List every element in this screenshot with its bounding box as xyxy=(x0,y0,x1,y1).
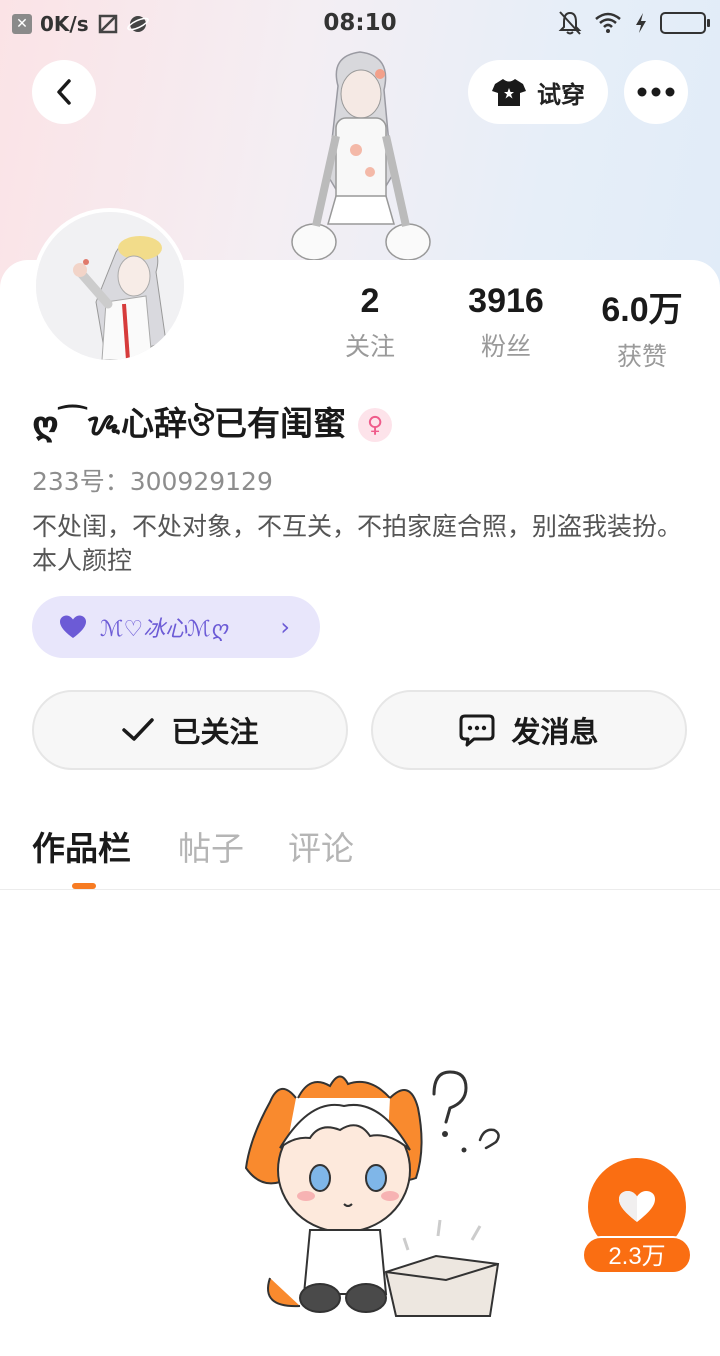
stat-following-value: 2 xyxy=(360,282,380,320)
username-row: ღ⁀ᝰ心辞ঔ已有闺蜜 ♀ xyxy=(32,400,393,450)
wifi-icon xyxy=(595,12,621,33)
stat-likes-label: 获赞 xyxy=(616,342,667,371)
try-on-button[interactable]: 试穿 xyxy=(468,60,608,124)
heart-icon xyxy=(60,615,86,638)
try-on-label: 试穿 xyxy=(537,80,585,109)
chevron-right-icon: › xyxy=(280,613,290,641)
battery-icon xyxy=(660,12,710,34)
followed-label: 已关注 xyxy=(171,715,259,749)
status-bar: ✕ 0K/s 08:10 xyxy=(0,0,720,50)
bio: 不处闺，不处对象，不互关，不拍家庭合照，别盗我装扮。本人颜控 xyxy=(32,512,683,575)
stat-likes-value: 6.0万 xyxy=(601,291,683,329)
stat-fans-value: 3916 xyxy=(468,282,544,320)
tab-posts[interactable]: 帖子 xyxy=(178,822,244,870)
avatar[interactable] xyxy=(32,208,188,364)
tab-comments[interactable]: 评论 xyxy=(288,822,354,870)
bell-muted-icon xyxy=(558,11,582,35)
like-count: 2.3万 xyxy=(582,1236,692,1274)
stat-following-label: 关注 xyxy=(344,332,395,361)
charging-icon xyxy=(636,13,646,33)
chevron-left-icon xyxy=(57,79,71,105)
chat-bubble-icon xyxy=(459,714,495,747)
group-tag-button[interactable]: ℳ♡冰心ℳღ › xyxy=(32,596,320,658)
more-button[interactable] xyxy=(624,60,688,124)
stat-fans[interactable]: 3916 粉丝 xyxy=(446,282,566,363)
heart-icon xyxy=(619,1191,655,1222)
empty-state-illustration xyxy=(240,1058,510,1318)
hero-character-figure xyxy=(280,46,440,262)
more-dots-icon xyxy=(637,87,675,97)
tab-divider xyxy=(0,889,720,890)
avatar-image xyxy=(36,212,184,360)
message-label: 发消息 xyxy=(511,715,599,749)
stat-likes[interactable]: 6.0万 获赞 xyxy=(582,282,702,373)
stat-following[interactable]: 2 关注 xyxy=(310,282,430,363)
check-icon xyxy=(122,718,155,741)
back-button[interactable] xyxy=(32,60,96,124)
group-tag-label: ℳ♡冰心ℳღ xyxy=(100,617,229,642)
tshirt-icon xyxy=(492,79,526,106)
status-right xyxy=(558,10,710,36)
tab-works[interactable]: 作品栏 xyxy=(32,822,131,870)
followed-button[interactable]: 已关注 xyxy=(32,690,348,770)
message-button[interactable]: 发消息 xyxy=(371,690,687,770)
username: ღ⁀ᝰ心辞ঔ已有闺蜜 xyxy=(32,403,347,443)
stat-fans-label: 粉丝 xyxy=(480,332,531,361)
female-icon: ♀ xyxy=(358,408,393,442)
user-id: 233号：300929129 xyxy=(32,467,273,496)
